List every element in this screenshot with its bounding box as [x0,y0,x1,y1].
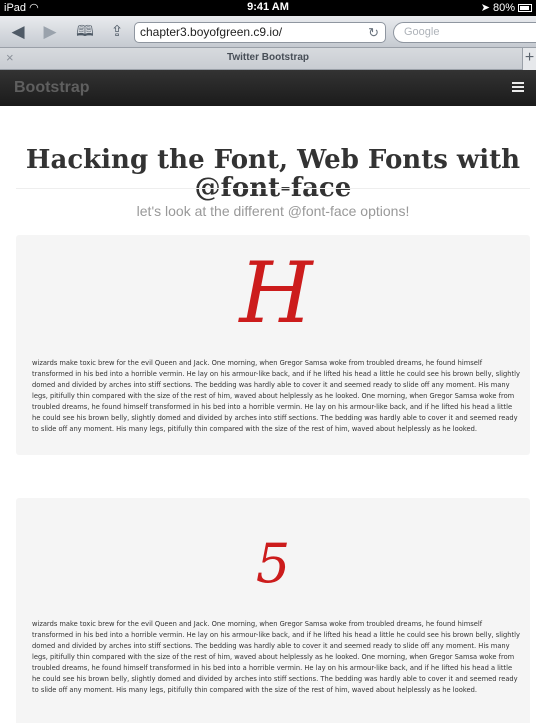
site-navbar: Bootstrap [0,70,536,106]
forward-arrow-icon[interactable]: ▶ [40,22,60,42]
battery-icon [518,3,532,12]
sample-paragraph: wizards make toxic brew for the evil Que… [32,620,520,694]
search-field[interactable]: Google [393,22,536,43]
share-icon[interactable]: ⇪ [106,22,128,42]
status-right: ➤ 80% [481,1,532,14]
sample-paragraph: wizards make toxic brew for the evil Que… [32,359,520,433]
menu-toggle-icon[interactable] [512,82,524,92]
sample-glyph: H [239,244,312,342]
address-bar[interactable]: chapter3.boyofgreen.c9.io/ ↻ [134,22,386,43]
search-placeholder: Google [404,26,440,38]
font-sample-card: 5 wizards make toxic brew for the evil Q… [16,498,530,723]
back-arrow-icon[interactable]: ◀ [8,22,28,42]
reload-icon[interactable]: ↻ [368,23,379,42]
browser-toolbar: ◀ ▶ 🕮 ⇪ chapter3.boyofgreen.c9.io/ ↻ Goo… [0,16,536,48]
tab-title[interactable]: Twitter Bootstrap [0,52,536,63]
bookmarks-icon[interactable]: 🕮 [74,22,96,42]
page-subtitle: let's look at the different @font-face o… [136,203,410,219]
tab-strip: × Twitter Bootstrap + [0,48,536,70]
page-title: Hacking the Font, Web Fonts with @font-f… [25,145,521,203]
sample-glyph: 5 [255,532,291,595]
navbar-brand[interactable]: Bootstrap [14,79,90,97]
location-icon: ➤ [480,2,490,14]
status-bar: iPad ◠ 9:41 AM ➤ 80% [0,0,536,16]
status-time: 9:41 AM [247,1,289,13]
battery-percent: 80% [492,1,515,14]
url-text: chapter3.boyofgreen.c9.io/ [140,25,283,39]
font-sample-card: H wizards make toxic brew for the evil Q… [16,235,530,455]
new-tab-button[interactable]: + [522,48,536,70]
header-divider [16,188,530,189]
